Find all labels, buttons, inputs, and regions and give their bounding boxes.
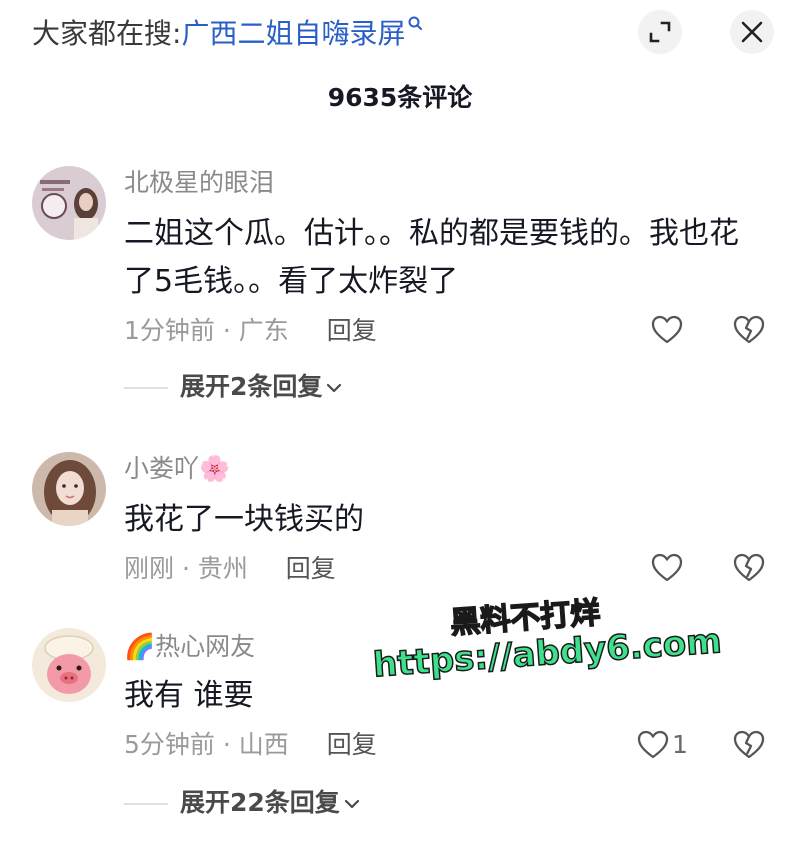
search-suggestion-prefix: 大家都在搜: (32, 17, 182, 50)
expand-replies-button[interactable]: 展开22条回复 (124, 786, 360, 820)
avatar-image (32, 166, 106, 240)
expand-icon (649, 21, 671, 43)
comment-time-location: 刚刚 · 贵州 (124, 554, 248, 583)
reply-button[interactable]: 回复 (327, 316, 377, 345)
like-icon[interactable] (650, 551, 684, 585)
comment-username-text: 热心网友 (155, 632, 256, 661)
comment-meta: 刚刚 · 贵州 回复 (124, 552, 336, 586)
expand-replies-label: 展开22条回复 (180, 788, 340, 817)
avatar[interactable] (32, 166, 106, 240)
avatar[interactable] (32, 628, 106, 702)
chevron-down-icon (344, 799, 359, 809)
chevron-down-icon (327, 383, 342, 393)
like-icon[interactable] (636, 728, 670, 762)
expand-replies-button[interactable]: 展开2条回复 (124, 370, 342, 404)
dislike-icon[interactable] (732, 313, 766, 347)
comment-count: 9635条评论 (327, 83, 473, 112)
avatar[interactable] (32, 452, 106, 526)
search-icon (408, 16, 423, 30)
reply-button[interactable]: 回复 (327, 730, 377, 759)
comment-meta: 5分钟前 · 山西 回复 (124, 728, 377, 762)
comment-time-location: 5分钟前 · 山西 (124, 730, 289, 759)
reply-button[interactable]: 回复 (286, 554, 336, 583)
comment-username-text: 小娄吖 (124, 454, 200, 483)
comment-time-location: 1分钟前 · 广东 (124, 316, 289, 345)
expand-replies-label: 展开2条回复 (180, 372, 323, 401)
search-suggestion[interactable]: 大家都在搜:广西二姐自嗨录屏 (32, 14, 423, 54)
comment-username[interactable]: 🌈热心网友 (124, 630, 255, 664)
comment-text: 二姐这个瓜。估计。。私的都是要钱的。我也花了5毛钱。。看了太炸裂了 (124, 216, 739, 299)
flower-emoji-icon: 🌸 (199, 454, 231, 483)
avatar-image (32, 452, 106, 526)
comment-username[interactable]: 小娄吖🌸 (124, 452, 230, 486)
divider (124, 803, 168, 805)
expand-button[interactable] (638, 10, 682, 54)
close-icon (741, 21, 763, 43)
like-count: 1 (672, 730, 688, 759)
like-icon[interactable] (650, 313, 684, 347)
divider (124, 387, 168, 389)
comment-meta: 1分钟前 · 广东 回复 (124, 314, 377, 348)
avatar-image (32, 628, 106, 702)
search-suggestion-term[interactable]: 广西二姐自嗨录屏 (181, 17, 405, 50)
close-button[interactable] (730, 10, 774, 54)
dislike-icon[interactable] (732, 551, 766, 585)
comment-username[interactable]: 北极星的眼泪 (124, 166, 274, 200)
comment-text: 我花了一块钱买的 (124, 502, 364, 537)
dislike-icon[interactable] (732, 728, 766, 762)
rainbow-emoji-icon: 🌈 (124, 632, 156, 661)
top-bar: 大家都在搜:广西二姐自嗨录屏 (0, 0, 800, 72)
